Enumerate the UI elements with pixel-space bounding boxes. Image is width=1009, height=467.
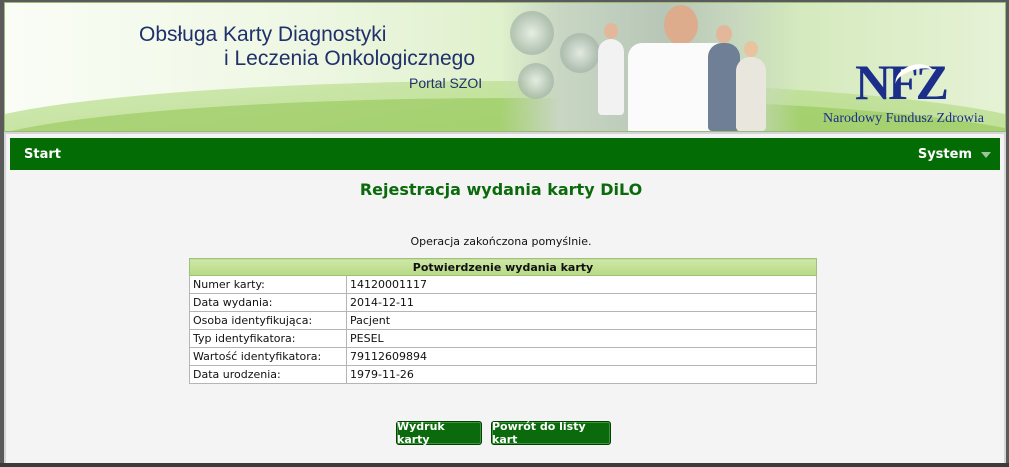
page-title: Rejestracja wydania karty DiLO (359, 180, 643, 199)
table-header-row: Potwierdzenie wydania karty (189, 258, 817, 276)
row-label: Data urodzenia: (189, 365, 347, 384)
main-navbar: Start System (10, 138, 1000, 170)
table-row: Numer karty: 14120001117 (189, 275, 817, 294)
back-to-list-button[interactable]: Powrót do listy kart (491, 420, 611, 446)
portal-label: Portal SZOI (409, 75, 483, 91)
bottom-border (0, 463, 1009, 467)
caret-down-icon[interactable] (981, 152, 991, 158)
print-card-button[interactable]: Wydruk karty (396, 420, 482, 446)
banner-title-line2: i Leczenia Onkologicznego (224, 47, 475, 70)
banner-title-line1: Obsługa Karty Diagnostyki (139, 23, 387, 46)
table-row: Data urodzenia: 1979-11-26 (189, 365, 817, 384)
row-value: 14120001117 (346, 275, 817, 294)
org-name: Narodowy Fundusz Zdrowia (823, 111, 984, 126)
scan-image (510, 11, 554, 55)
row-value: PESEL (346, 329, 817, 348)
nav-start-link[interactable]: Start (24, 147, 61, 162)
table-row: Data wydania: 2014-12-11 (189, 293, 817, 312)
row-label: Numer karty: (189, 275, 347, 294)
row-value: 79112609894 (346, 347, 817, 366)
row-value: Pacjent (346, 311, 817, 330)
nav-system-menu[interactable]: System (918, 147, 972, 162)
scan-image (518, 63, 554, 99)
table-row: Typ identyfikatora: PESEL (189, 329, 817, 348)
row-label: Typ identyfikatora: (189, 329, 347, 348)
window-frame: Obsługa Karty Diagnostyki i Leczenia Onk… (0, 0, 1009, 467)
row-value: 2014-12-11 (346, 293, 817, 312)
table-row: Osoba identyfikująca: Pacjent (189, 311, 817, 330)
row-label: Wartość identyfikatora: (189, 347, 347, 366)
table-header: Potwierdzenie wydania karty (189, 258, 817, 276)
banner-photo (500, 3, 800, 131)
header-banner: Obsługa Karty Diagnostyki i Leczenia Onk… (4, 2, 1006, 132)
status-message: Operacja zakończona pomyślnie. (410, 235, 592, 248)
table-row: Wartość identyfikatora: 79112609894 (189, 347, 817, 366)
row-label: Osoba identyfikująca: (189, 311, 347, 330)
confirmation-table: Potwierdzenie wydania karty Numer karty:… (189, 258, 817, 384)
content-panel: Start System Rejestracja wydania karty D… (4, 132, 1006, 466)
scan-image (560, 33, 600, 73)
nfz-logo: NFZ (855, 57, 965, 107)
row-label: Data wydania: (189, 293, 347, 312)
row-value: 1979-11-26 (346, 365, 817, 384)
